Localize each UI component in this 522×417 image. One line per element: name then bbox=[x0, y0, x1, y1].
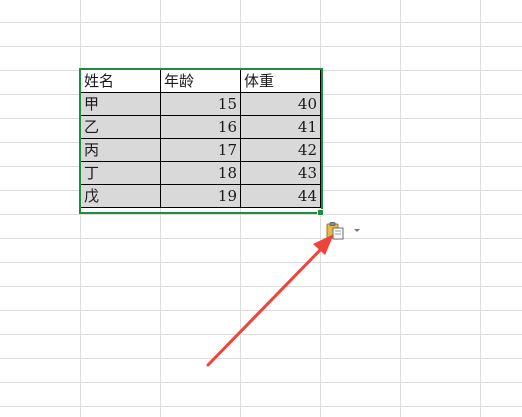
age-cell[interactable]: 15 bbox=[160, 92, 241, 116]
age-cell[interactable]: 16 bbox=[160, 115, 241, 139]
table-row: 丁 18 43 bbox=[80, 161, 321, 185]
chevron-down-icon[interactable] bbox=[352, 225, 362, 235]
table-row: 戊 19 44 bbox=[80, 184, 321, 208]
age-cell[interactable]: 18 bbox=[160, 161, 241, 185]
weight-cell[interactable]: 43 bbox=[240, 161, 321, 185]
name-cell[interactable]: 戊 bbox=[80, 184, 161, 208]
header-weight-cell[interactable]: 体重 bbox=[240, 69, 321, 93]
weight-cell[interactable]: 44 bbox=[240, 184, 321, 208]
sheet-gridlines bbox=[0, 0, 522, 417]
name-cell[interactable]: 乙 bbox=[80, 115, 161, 139]
header-name-cell[interactable]: 姓名 bbox=[80, 69, 161, 93]
age-cell[interactable]: 17 bbox=[160, 138, 241, 162]
clipboard-paste-icon bbox=[326, 222, 344, 240]
weight-cell[interactable]: 40 bbox=[240, 92, 321, 116]
paste-options-button[interactable] bbox=[326, 222, 364, 240]
table-row: 丙 17 42 bbox=[80, 138, 321, 162]
fill-handle[interactable] bbox=[317, 209, 324, 216]
name-cell[interactable]: 甲 bbox=[80, 92, 161, 116]
weight-cell[interactable]: 41 bbox=[240, 115, 321, 139]
name-cell[interactable]: 丙 bbox=[80, 138, 161, 162]
table-row: 乙 16 41 bbox=[80, 115, 321, 139]
table-row: 甲 15 40 bbox=[80, 92, 321, 116]
spreadsheet-area[interactable]: 姓名 年龄 体重 甲 15 40 乙 16 41 丙 17 42 丁 18 43… bbox=[0, 0, 522, 417]
age-cell[interactable]: 19 bbox=[160, 184, 241, 208]
header-age-cell[interactable]: 年龄 bbox=[160, 69, 241, 93]
weight-cell[interactable]: 42 bbox=[240, 138, 321, 162]
data-table[interactable]: 姓名 年龄 体重 甲 15 40 乙 16 41 丙 17 42 丁 18 43… bbox=[80, 69, 321, 208]
table-header-row: 姓名 年龄 体重 bbox=[80, 69, 321, 93]
name-cell[interactable]: 丁 bbox=[80, 161, 161, 185]
